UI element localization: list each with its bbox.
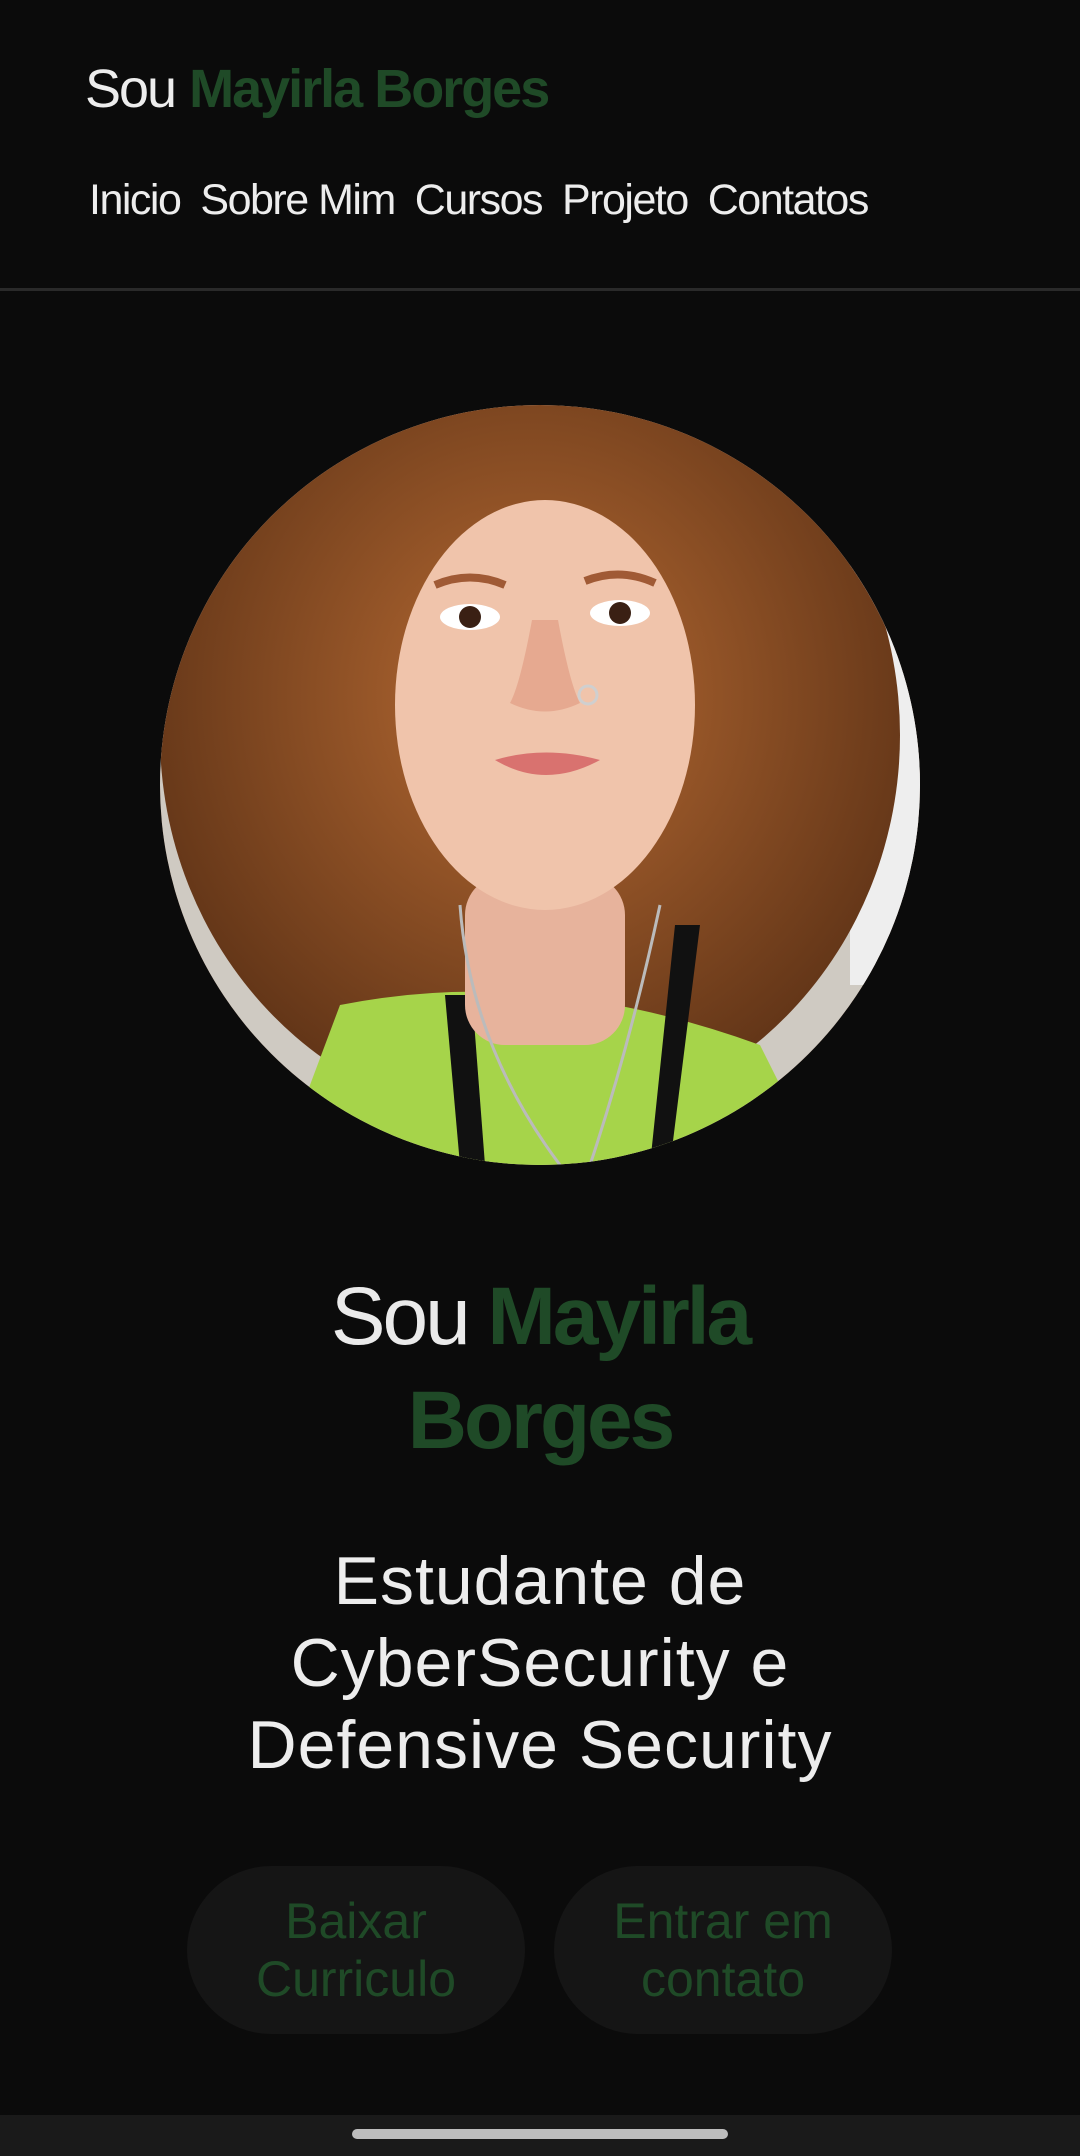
subtitle-line: Estudante de	[333, 1543, 747, 1619]
nav-link-contatos[interactable]: Contatos	[708, 176, 870, 225]
hero-heading-prefix: Sou	[330, 1271, 471, 1362]
download-cv-button[interactable]: Baixar Curriculo	[187, 1866, 525, 2034]
subtitle-line: Defensive Security	[247, 1707, 833, 1783]
nav-link-projeto[interactable]: Projeto	[562, 176, 689, 225]
profile-photo	[160, 405, 920, 1165]
download-cv-label-line1: Baixar	[285, 1893, 427, 1949]
contact-button[interactable]: Entrar em contato	[554, 1866, 892, 2034]
logo-prefix: Sou	[85, 59, 177, 119]
nav-link-cursos[interactable]: Cursos	[415, 176, 544, 225]
download-cv-label-line2: Curriculo	[255, 1951, 457, 2007]
logo[interactable]: Sou Mayirla Borges	[85, 58, 550, 120]
contact-label-line2: contato	[640, 1951, 805, 2007]
main-nav: Inicio Sobre Mim Cursos Projeto Contatos	[89, 176, 870, 225]
nav-link-inicio[interactable]: Inicio	[89, 176, 182, 225]
profile-photo-illustration	[160, 405, 920, 1165]
header-divider	[0, 288, 1080, 291]
contact-label-line1: Entrar em	[613, 1893, 833, 1949]
hero-heading: Sou Mayirla Borges	[140, 1265, 940, 1473]
subtitle-line: CyberSecurity e	[290, 1625, 790, 1701]
hero-heading-name-last: Borges	[407, 1375, 676, 1466]
nav-link-sobre-mim[interactable]: Sobre Mim	[200, 176, 396, 225]
hero-subtitle: Estudante de CyberSecurity e Defensive S…	[140, 1540, 940, 1786]
system-navigation-bar	[0, 2115, 1080, 2156]
home-gesture-handle[interactable]	[352, 2129, 728, 2139]
site-header: Sou Mayirla Borges Inicio Sobre Mim Curso…	[0, 0, 1080, 288]
logo-name: Mayirla Borges	[189, 59, 550, 119]
hero-heading-name-first: Mayirla	[487, 1271, 753, 1362]
